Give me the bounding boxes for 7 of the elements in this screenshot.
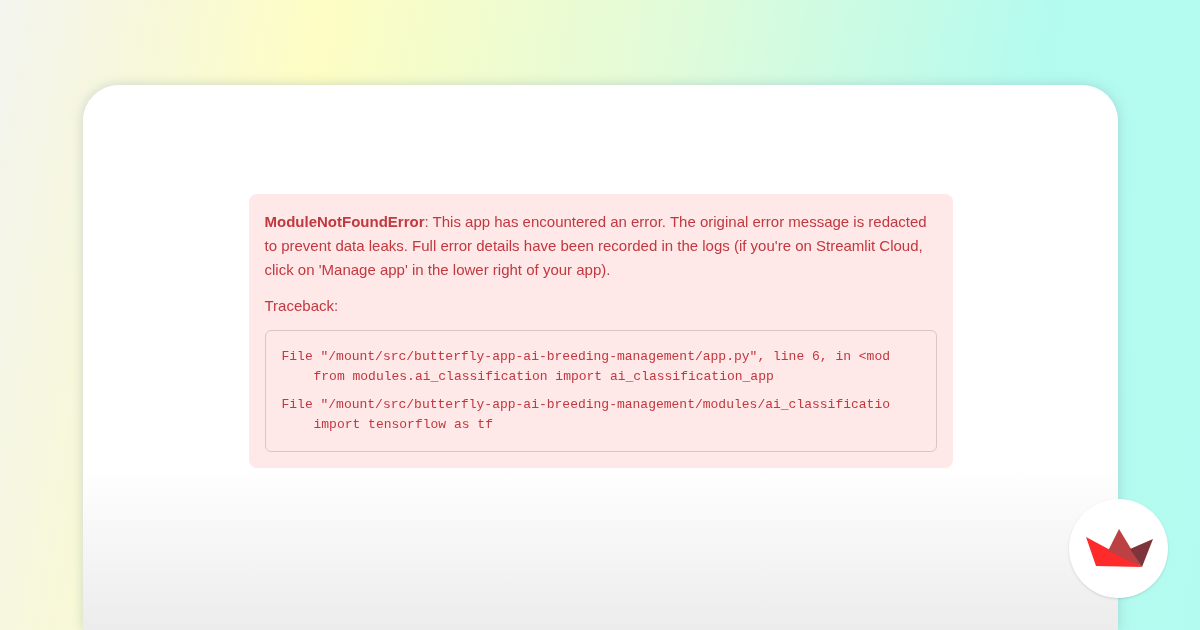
traceback-line: File "/mount/src/butterfly-app-ai-breeding-management/app.py", line 6, in <mod	[281, 348, 891, 366]
traceback-label: Traceback:	[264, 296, 340, 316]
boat-logo-icon	[1083, 528, 1154, 569]
code-line: from modules.ai_classification import ai_classification_app	[312, 368, 775, 386]
traceback-line: File "/mount/src/butterfly-app-ai-breeding-management/modules/ai_classificatio	[281, 396, 891, 414]
error-message: ModuleNotFoundError: This app has encountered an error. The original error message is redacted to prevent data leaks. Full error details have been recorded in the logs (if you're on Streamlit Cloud, click on 'Manage app' in the lower right of your app).	[264, 212, 928, 280]
code-line: import tensorflow as tf	[312, 416, 494, 434]
